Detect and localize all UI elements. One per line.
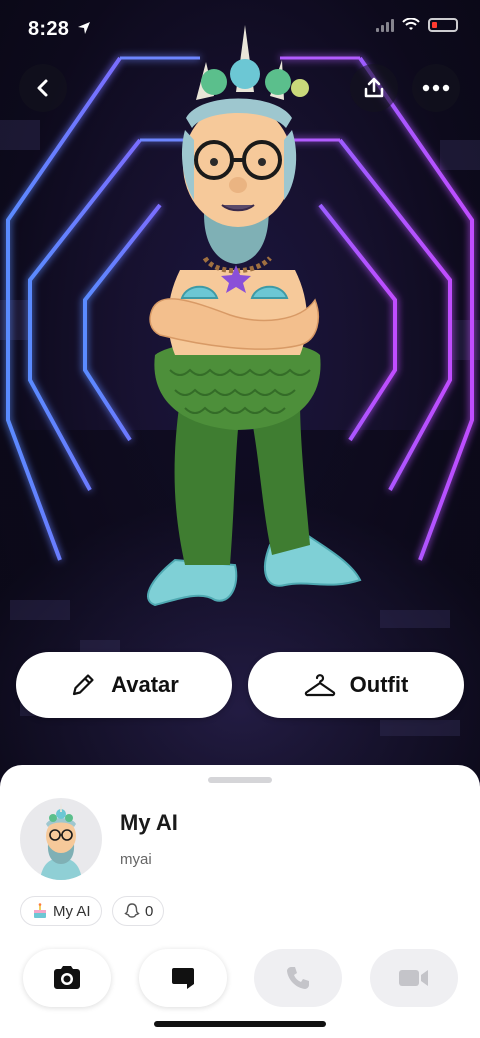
status-bar: 8:28: [0, 0, 480, 56]
avatar-button[interactable]: Avatar: [16, 652, 232, 718]
cake-icon: [34, 903, 46, 918]
share-button[interactable]: [350, 64, 398, 112]
more-options-button[interactable]: [412, 64, 460, 112]
status-icons: [376, 18, 458, 32]
my-ai-chip[interactable]: My AI: [20, 896, 102, 926]
profile-sheet: My AI myai My AI 0: [0, 765, 480, 1038]
more-dots-icon: [422, 84, 450, 92]
status-time: 8:28: [28, 18, 70, 40]
home-indicator: [154, 1021, 326, 1027]
chat-icon: [172, 968, 194, 989]
video-call-button[interactable]: [370, 949, 458, 1007]
call-button[interactable]: [254, 949, 342, 1007]
avatar-button-label: Avatar: [111, 672, 179, 697]
camera-icon: [54, 966, 80, 989]
profile-username: myai: [120, 851, 152, 868]
cellular-signal-icon: [376, 18, 394, 32]
location-arrow-icon: [78, 22, 90, 34]
share-upload-icon: [364, 77, 384, 98]
camera-button[interactable]: [23, 949, 111, 1007]
pencil-icon: [73, 674, 94, 696]
chevron-left-icon: [37, 79, 48, 97]
mermaid-avatar-thumbnail: [40, 803, 82, 880]
video-icon: [399, 970, 428, 986]
chat-button[interactable]: [139, 949, 227, 1007]
ghost-icon: [124, 903, 140, 918]
snapscore-chip[interactable]: 0: [112, 896, 165, 926]
snapscore-chip-label: 0: [145, 902, 154, 920]
hanger-icon: [304, 674, 335, 697]
sheet-drag-handle[interactable]: [208, 777, 272, 783]
phone-icon: [287, 967, 309, 989]
battery-icon: [428, 18, 458, 32]
outfit-button[interactable]: Outfit: [248, 652, 464, 718]
profile-name: My AI: [120, 810, 178, 835]
outfit-button-label: Outfit: [349, 672, 409, 697]
avatar[interactable]: [20, 798, 102, 880]
my-ai-chip-label: My AI: [53, 902, 91, 920]
wifi-icon: [402, 18, 420, 30]
back-button[interactable]: [19, 64, 67, 112]
